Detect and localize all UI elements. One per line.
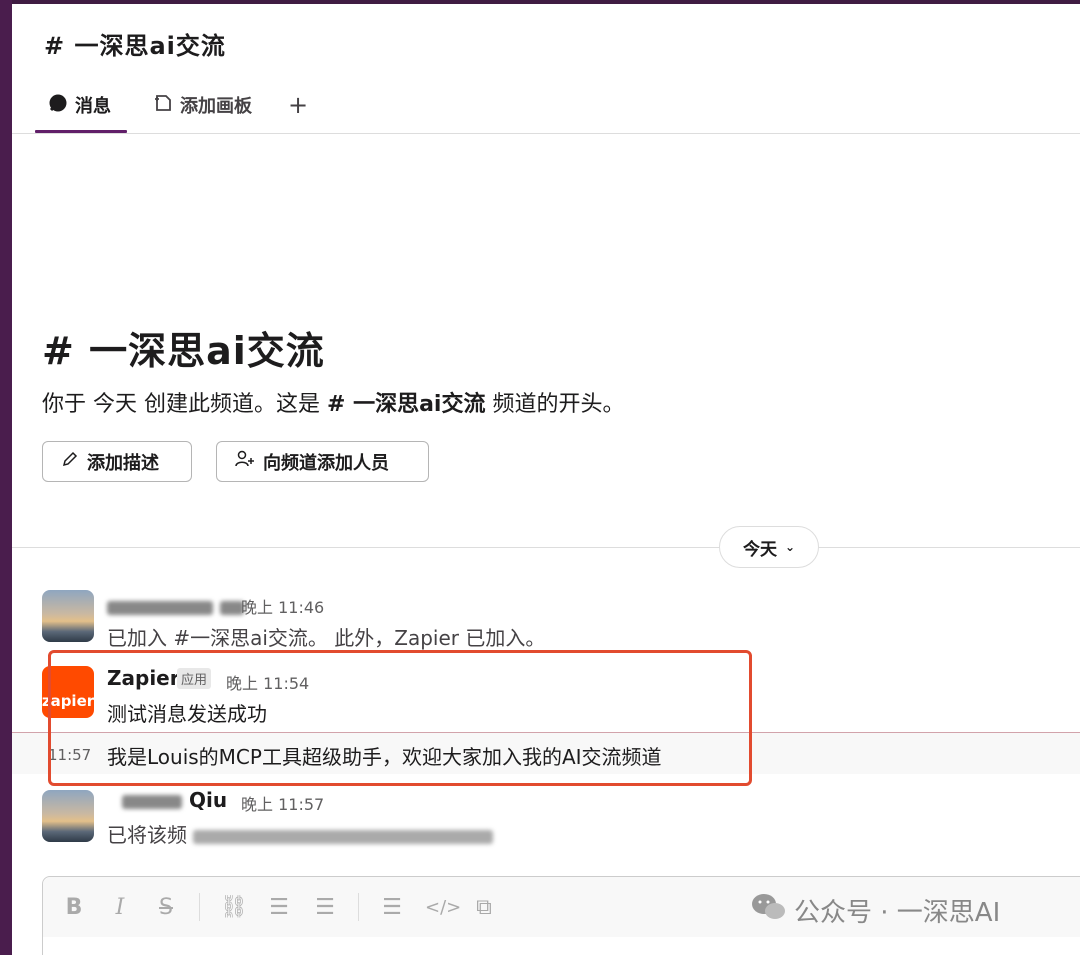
bulleted-list-icon[interactable]: ☰: [312, 895, 338, 920]
add-people-label: 向频道添加人员: [263, 452, 389, 474]
intro-desc-prefix: 你于 今天 创建此频道。这是: [42, 392, 327, 417]
ordered-list-icon[interactable]: ☰: [266, 895, 292, 920]
toolbar-divider: [358, 893, 359, 921]
sender-name: Qiu: [188, 788, 228, 812]
redacted-text: [193, 829, 494, 844]
redacted-name: [122, 794, 182, 809]
tab-messages[interactable]: 消息: [36, 88, 123, 122]
channel-title[interactable]: # 一深思ai交流: [44, 26, 226, 61]
annotation-highlight-box: [48, 650, 752, 786]
channel-intro-title: # 一深思ai交流: [42, 329, 325, 373]
message-text-visible: 已将该频: [107, 823, 187, 847]
strikethrough-icon[interactable]: S: [153, 895, 179, 920]
tab-messages-label: 消息: [75, 96, 111, 117]
link-icon[interactable]: ⛓: [220, 895, 248, 920]
day-divider-button[interactable]: 今天 ⌄: [719, 526, 819, 568]
code-icon[interactable]: </>: [425, 897, 461, 918]
intro-desc-channel[interactable]: # 一深思ai交流: [327, 392, 485, 417]
avatar[interactable]: [42, 790, 94, 842]
plus-icon: +: [288, 91, 309, 119]
tab-add-canvas-label: 添加画板: [180, 96, 252, 117]
day-divider-line: [12, 547, 1080, 548]
blockquote-icon[interactable]: ☰: [379, 895, 405, 920]
canvas-icon: [153, 93, 173, 118]
message-icon: [48, 93, 68, 118]
add-people-button[interactable]: 向频道添加人员: [216, 441, 429, 482]
day-label: 今天: [742, 539, 777, 560]
add-person-icon: [235, 450, 255, 473]
avatar[interactable]: [42, 590, 94, 642]
message-time[interactable]: 晚上 11:46: [241, 594, 324, 618]
message-sender[interactable]: [107, 594, 244, 618]
message-sender[interactable]: Qiu: [122, 788, 227, 812]
watermark-text: 公众号 · 一深思AI: [794, 898, 1001, 928]
redacted-name: [107, 600, 213, 615]
intro-desc-suffix: 频道的开头。: [485, 392, 625, 417]
bold-icon[interactable]: B: [61, 895, 87, 920]
tabs-divider: [12, 133, 1080, 134]
message-time[interactable]: 晚上 11:57: [241, 791, 324, 815]
wechat-watermark: 公众号 · 一深思AI: [750, 892, 1000, 929]
add-description-label: 添加描述: [87, 452, 159, 474]
channel-intro-description: 你于 今天 创建此频道。这是 # 一深思ai交流 频道的开头。: [42, 386, 624, 418]
code-block-icon[interactable]: ⧉: [471, 895, 497, 920]
pencil-icon: [61, 450, 79, 473]
tab-add-canvas[interactable]: 添加画板: [141, 88, 264, 122]
add-tab-button[interactable]: +: [282, 88, 314, 122]
italic-icon[interactable]: I: [107, 895, 133, 920]
channel-tabs: 消息 添加画板 +: [36, 88, 314, 132]
workspace-sidebar-edge: [0, 0, 12, 955]
message-text: 已将该频: [107, 819, 494, 848]
message-text: 已加入 #一深思ai交流。 此外，Zapier 已加入。: [107, 626, 546, 650]
toolbar-divider: [199, 893, 200, 921]
chevron-down-icon: ⌄: [784, 540, 796, 554]
app-window: # 一深思ai交流 消息 添加画板 + # 一深思ai交流 你于 今天 创建此频…: [0, 0, 1080, 955]
wechat-icon: [750, 892, 786, 929]
add-description-button[interactable]: 添加描述: [42, 441, 192, 482]
channel-view: # 一深思ai交流 消息 添加画板 + # 一深思ai交流 你于 今天 创建此频…: [12, 4, 1080, 955]
